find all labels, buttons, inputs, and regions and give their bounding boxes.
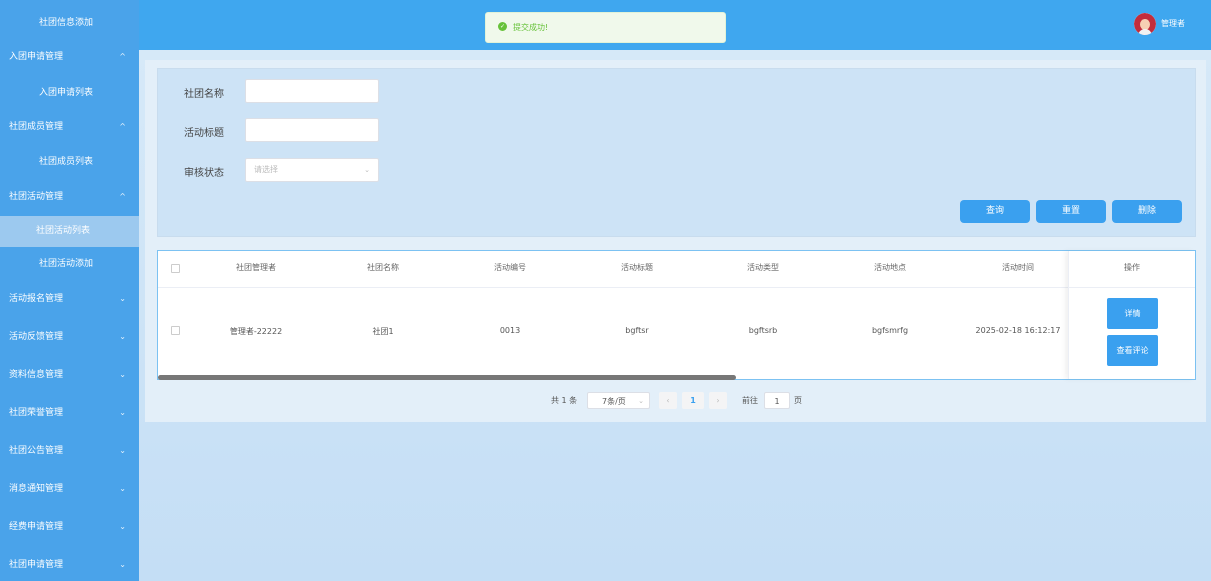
- club-name-input[interactable]: [245, 79, 379, 103]
- chevron-right-icon: ›: [716, 396, 720, 405]
- row-checkbox[interactable]: [171, 326, 180, 335]
- chevron-down-icon: ⌄: [638, 397, 644, 405]
- chevron-down-icon: ⌄: [119, 446, 126, 455]
- detail-button[interactable]: 详情: [1107, 298, 1158, 329]
- sidebar-group-activity-management[interactable]: 社团活动管理 ^: [0, 180, 139, 214]
- sidebar: 社团信息添加 入团申请管理 ^ 入团申请列表 社团成员管理 ^ 社团成员列表 社团活…: [0, 0, 139, 581]
- view-comments-button[interactable]: 查看评论: [1107, 335, 1158, 366]
- delete-button[interactable]: 删除: [1112, 200, 1182, 223]
- success-toast: ✓ 提交成功!: [485, 12, 726, 43]
- next-page-button[interactable]: ›: [709, 392, 727, 409]
- pagination-total: 共 1 条: [551, 396, 578, 405]
- chevron-down-icon: ⌄: [119, 408, 126, 417]
- cell-title: bgftsr: [625, 326, 649, 335]
- chevron-down-icon: ⌄: [364, 166, 370, 174]
- chevron-up-icon: ^: [119, 52, 126, 61]
- sidebar-group-funding[interactable]: 经费申请管理 ⌄: [0, 510, 139, 544]
- sidebar-group-join-application[interactable]: 入团申请管理 ^: [0, 40, 139, 74]
- chevron-left-icon: ‹: [666, 396, 670, 405]
- chevron-down-icon: ⌄: [119, 560, 126, 569]
- goto-label: 前往: [742, 396, 758, 405]
- column-header: 活动类型: [747, 263, 779, 272]
- sidebar-group-activity-feedback[interactable]: 活动反馈管理 ⌄: [0, 320, 139, 354]
- user-name: 管理者: [1161, 19, 1185, 28]
- sidebar-item-join-application-list[interactable]: 入团申请列表: [0, 76, 139, 110]
- chevron-up-icon: ^: [119, 122, 126, 131]
- sidebar-group-materials[interactable]: 资料信息管理 ⌄: [0, 358, 139, 392]
- table-header-divider: [158, 287, 1068, 288]
- sidebar-item-club-info-add[interactable]: 社团信息添加: [0, 6, 139, 40]
- operations-header-divider: [1068, 287, 1195, 288]
- review-status-label: 审核状态: [184, 168, 224, 179]
- chevron-down-icon: ⌄: [119, 332, 126, 341]
- cell-club: 社团1: [372, 327, 394, 336]
- activity-title-input[interactable]: [245, 118, 379, 142]
- check-circle-icon: ✓: [498, 22, 507, 31]
- sidebar-group-notifications[interactable]: 消息通知管理 ⌄: [0, 472, 139, 506]
- activity-title-label: 活动标题: [184, 128, 224, 139]
- goto-page-input[interactable]: 1: [764, 392, 790, 409]
- review-status-select[interactable]: 请选择 ⌄: [245, 158, 379, 182]
- chevron-up-icon: ^: [119, 192, 126, 201]
- column-header: 社团名称: [367, 263, 399, 272]
- sidebar-group-announcements[interactable]: 社团公告管理 ⌄: [0, 434, 139, 468]
- horizontal-scrollbar[interactable]: [158, 375, 736, 380]
- column-header: 活动时间: [1002, 263, 1034, 272]
- chevron-down-icon: ⌄: [119, 522, 126, 531]
- sidebar-item-activity-list[interactable]: 社团活动列表: [0, 216, 139, 247]
- cell-time: 2025-02-18 16:12:17: [975, 326, 1061, 335]
- page-size-select[interactable]: 7条/页 ⌄: [587, 392, 650, 409]
- club-name-label: 社团名称: [184, 89, 224, 100]
- column-header: 活动地点: [874, 263, 906, 272]
- column-header: 活动编号: [494, 263, 526, 272]
- select-all-checkbox[interactable]: [171, 264, 180, 273]
- query-button[interactable]: 查询: [960, 200, 1030, 223]
- sidebar-item-activity-add[interactable]: 社团活动添加: [0, 247, 139, 281]
- sidebar-group-member-management[interactable]: 社团成员管理 ^: [0, 110, 139, 144]
- sidebar-group-honors[interactable]: 社团荣誉管理 ⌄: [0, 396, 139, 430]
- chevron-down-icon: ⌄: [119, 484, 126, 493]
- page-suffix: 页: [794, 396, 802, 405]
- sidebar-group-club-application[interactable]: 社团申请管理 ⌄: [0, 548, 139, 581]
- sidebar-item-member-list[interactable]: 社团成员列表: [0, 145, 139, 179]
- chevron-down-icon: ⌄: [119, 294, 126, 303]
- chevron-down-icon: ⌄: [119, 370, 126, 379]
- cell-number: 0013: [499, 326, 521, 335]
- sidebar-group-activity-signup[interactable]: 活动报名管理 ⌄: [0, 282, 139, 316]
- user-menu[interactable]: 管理者: [1134, 12, 1185, 36]
- cell-manager: 管理者-22222: [229, 327, 283, 336]
- column-header: 活动标题: [621, 263, 653, 272]
- column-header: 操作: [1124, 263, 1140, 272]
- avatar: [1134, 12, 1156, 35]
- reset-button[interactable]: 重置: [1036, 200, 1106, 223]
- prev-page-button[interactable]: ‹: [659, 392, 677, 409]
- column-header: 社团管理者: [236, 263, 276, 272]
- cell-location: bgfsmrfg: [871, 326, 909, 335]
- page-number-current[interactable]: 1: [682, 392, 704, 409]
- cell-type: bgftsrb: [748, 326, 778, 335]
